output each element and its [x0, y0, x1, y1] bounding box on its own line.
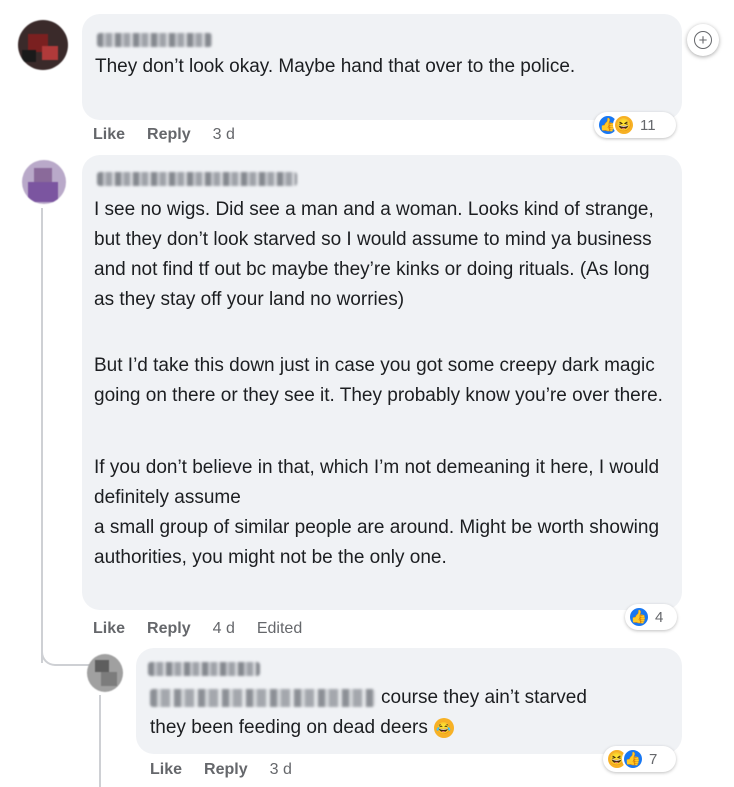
- reply-bubble: course they ain’t starved they been feed…: [136, 648, 682, 754]
- reply-button[interactable]: Reply: [204, 761, 248, 779]
- reply-timestamp[interactable]: 3 d: [270, 761, 292, 779]
- comment-text: They don’t look okay. Maybe hand that ov…: [95, 56, 576, 77]
- comment-paragraph: a small group of similar people are arou…: [94, 517, 660, 568]
- commenter-name[interactable]: [97, 33, 212, 47]
- redacted-mention: [150, 688, 375, 707]
- reaction-count: 4: [655, 608, 664, 626]
- laughing-emoji-icon: 😂: [433, 717, 454, 738]
- like-button[interactable]: Like: [93, 126, 125, 144]
- comment-timestamp[interactable]: 4 d: [213, 620, 235, 638]
- reply-actions: Like Reply 3 d: [150, 761, 314, 779]
- reaction-summary[interactable]: 👍 😆 11: [594, 112, 676, 138]
- like-reaction-icon: 👍: [622, 748, 644, 770]
- reaction-summary[interactable]: 😆 👍 7: [603, 746, 676, 772]
- comment-paragraph: If you don’t believe in that, which I’m …: [94, 457, 660, 508]
- comment-paragraph: But I’d take this down just in case you …: [94, 355, 663, 406]
- avatar[interactable]: [87, 654, 123, 692]
- avatar[interactable]: [22, 160, 66, 204]
- comment-timestamp[interactable]: 3 d: [213, 126, 235, 144]
- comment-bubble: I see no wigs. Did see a man and a woman…: [82, 155, 682, 610]
- reply-button[interactable]: Reply: [147, 126, 191, 144]
- thread-branch: [41, 640, 95, 666]
- edited-label[interactable]: Edited: [257, 620, 302, 638]
- like-reaction-icon: 👍: [628, 606, 650, 628]
- like-button[interactable]: Like: [150, 761, 182, 779]
- reaction-count: 11: [640, 116, 656, 134]
- avatar[interactable]: [18, 20, 68, 70]
- add-reaction-button[interactable]: +: [687, 24, 719, 56]
- reaction-count: 7: [649, 750, 658, 768]
- reply-text-line: course they ain’t starved: [150, 683, 670, 713]
- reaction-summary[interactable]: 👍 4: [625, 604, 677, 630]
- commenter-name[interactable]: [148, 662, 260, 676]
- commenter-name[interactable]: [97, 172, 297, 186]
- comment-actions: Like Reply 4 d Edited: [93, 620, 324, 638]
- add-reaction-icon: +: [694, 31, 712, 49]
- comment-actions: Like Reply 3 d: [93, 126, 257, 144]
- reply-button[interactable]: Reply: [147, 620, 191, 638]
- reply-thread-line: [99, 695, 101, 787]
- thread-line: [41, 208, 43, 663]
- reply-text-line: they been feeding on dead deers 😂: [150, 713, 670, 743]
- haha-reaction-icon: 😆: [613, 114, 635, 136]
- comment-paragraph: I see no wigs. Did see a man and a woman…: [94, 199, 654, 310]
- like-button[interactable]: Like: [93, 620, 125, 638]
- comment-bubble: They don’t look okay. Maybe hand that ov…: [82, 14, 682, 120]
